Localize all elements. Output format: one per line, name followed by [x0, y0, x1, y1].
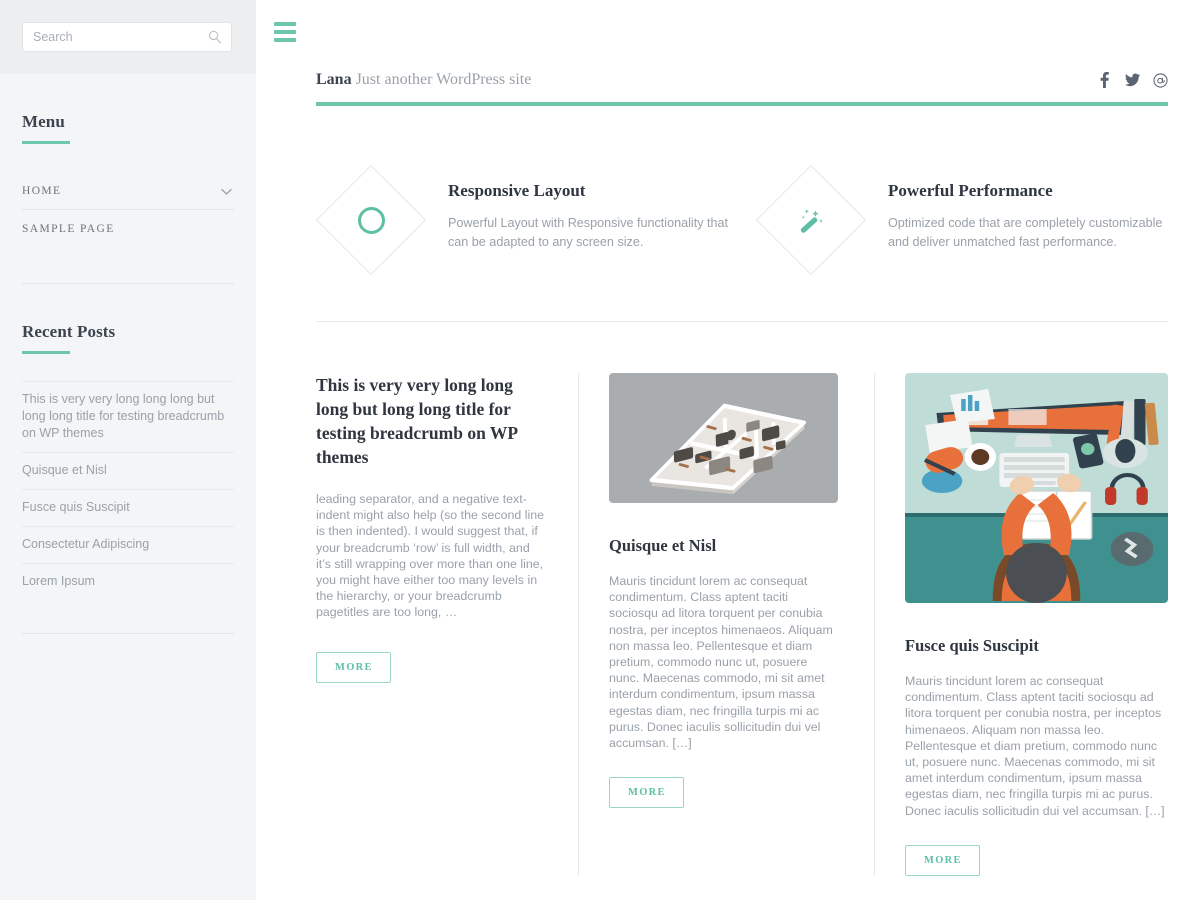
post-thumbnail-floor-plan[interactable] — [609, 373, 838, 503]
feature-title: Responsive Layout — [448, 181, 742, 201]
feature-responsive-layout: Responsive Layout Powerful Layout with R… — [316, 159, 742, 275]
hamburger-bar — [274, 30, 296, 34]
widget-underline — [22, 351, 70, 354]
feature-icon-frame — [316, 165, 426, 275]
site-title[interactable]: Lana — [316, 71, 352, 88]
post-card: Quisque et Nisl Mauris tincidunt lorem a… — [578, 373, 874, 876]
email-icon[interactable] — [1153, 72, 1168, 88]
recent-posts-divider — [22, 633, 234, 634]
site-tagline: Just another WordPress site — [356, 71, 532, 88]
ring-shape — [358, 207, 385, 234]
facebook-icon[interactable] — [1097, 72, 1112, 88]
post-title[interactable]: This is very very long long long but lon… — [316, 373, 546, 469]
search-area — [0, 0, 256, 74]
recent-posts-list: This is very very long long long but lon… — [22, 381, 234, 600]
recent-post-link[interactable]: Fusce quis Suscipit — [22, 499, 234, 516]
post-excerpt: Mauris tincidunt lorem ac consequat cond… — [609, 573, 838, 751]
more-button[interactable]: More — [316, 652, 391, 683]
hamburger-bar — [274, 22, 296, 26]
recent-posts-widget: Recent Posts This is very very long long… — [0, 284, 256, 634]
features-section: Responsive Layout Powerful Layout with R… — [316, 159, 1168, 322]
search-box[interactable] — [22, 22, 232, 52]
post-excerpt: Mauris tincidunt lorem ac consequat cond… — [905, 673, 1168, 819]
recent-posts-title: Recent Posts — [22, 284, 234, 342]
feature-icon-frame — [756, 165, 866, 275]
menu-widget-title: Menu — [22, 74, 234, 132]
more-button[interactable]: More — [609, 777, 684, 808]
sidebar-item-home[interactable]: HOME — [22, 172, 234, 210]
post-title[interactable]: Quisque et Nisl — [609, 536, 838, 556]
feature-powerful-performance: Powerful Performance Optimized code that… — [742, 159, 1168, 275]
magic-wand-icon — [794, 203, 828, 237]
feature-description: Optimized code that are completely custo… — [888, 214, 1168, 252]
list-item[interactable]: Consectetur Adipiscing — [22, 526, 234, 563]
sidebar: Menu HOME SAMPLE PAGE Recent Posts — [0, 0, 256, 900]
list-item[interactable]: Lorem Ipsum — [22, 563, 234, 600]
sidebar-item-label: SAMPLE PAGE — [22, 223, 115, 235]
feature-title: Powerful Performance — [888, 181, 1168, 201]
sidebar-item-sample-page[interactable]: SAMPLE PAGE — [22, 210, 234, 247]
social-links — [1097, 72, 1168, 89]
site-header: Lana Just another WordPress site — [316, 71, 1168, 106]
recent-post-link[interactable]: Consectetur Adipiscing — [22, 536, 234, 553]
post-excerpt: leading separator, and a negative text-i… — [316, 491, 546, 621]
search-icon[interactable] — [208, 30, 222, 44]
page-root: Menu HOME SAMPLE PAGE Recent Posts — [0, 0, 1200, 900]
posts-section: This is very very long long long but lon… — [316, 373, 1168, 876]
twitter-icon[interactable] — [1125, 72, 1140, 88]
feature-body: Powerful Performance Optimized code that… — [866, 159, 1168, 252]
search-input[interactable] — [23, 23, 231, 51]
post-card: Fusce quis Suscipit Mauris tincidunt lor… — [874, 373, 1168, 876]
chevron-down-icon[interactable] — [221, 183, 232, 191]
hamburger-icon[interactable] — [274, 22, 296, 42]
recent-post-link[interactable]: Quisque et Nisl — [22, 462, 234, 479]
post-thumbnail-desk-workspace[interactable] — [905, 373, 1168, 603]
feature-description: Powerful Layout with Responsive function… — [448, 214, 728, 252]
post-title[interactable]: Fusce quis Suscipit — [905, 636, 1168, 656]
post-card: This is very very long long long but lon… — [316, 373, 578, 876]
nav-menu: HOME SAMPLE PAGE — [22, 172, 234, 247]
list-item[interactable]: Quisque et Nisl — [22, 452, 234, 489]
list-item[interactable]: This is very very long long long but lon… — [22, 381, 234, 452]
list-item[interactable]: Fusce quis Suscipit — [22, 489, 234, 526]
site-branding: Lana Just another WordPress site — [316, 71, 531, 89]
widget-underline — [22, 141, 70, 144]
recent-post-link[interactable]: This is very very long long long but lon… — [22, 391, 234, 442]
circle-ring-icon — [354, 203, 388, 237]
hamburger-bar — [274, 38, 296, 42]
feature-body: Responsive Layout Powerful Layout with R… — [426, 159, 742, 252]
more-button[interactable]: More — [905, 845, 980, 876]
main-content: Lana Just another WordPress site — [256, 0, 1200, 900]
recent-post-link[interactable]: Lorem Ipsum — [22, 573, 234, 590]
sidebar-item-label: HOME — [22, 185, 61, 197]
menu-widget: Menu HOME SAMPLE PAGE — [0, 74, 256, 284]
